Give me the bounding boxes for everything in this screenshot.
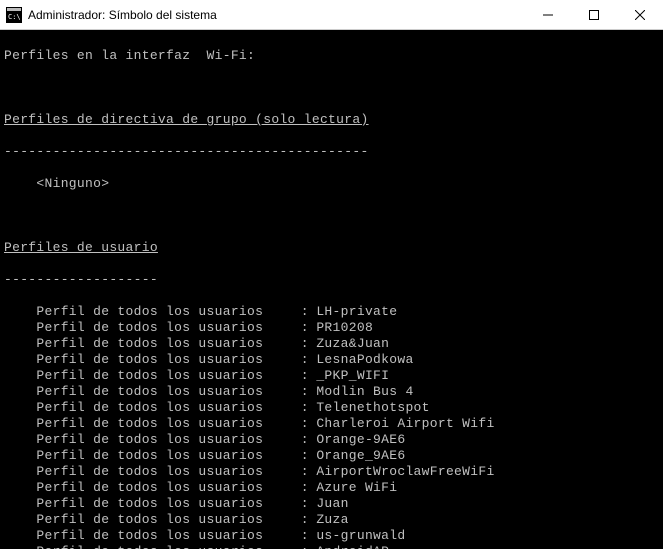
profile-row: Perfil de todos los usuarios : Zuza&Juan (4, 336, 659, 352)
profile-list: Perfil de todos los usuarios : LH-privat… (4, 304, 659, 549)
maximize-button[interactable] (571, 0, 617, 29)
close-button[interactable] (617, 0, 663, 29)
profile-name: Telenethotspot (308, 400, 430, 415)
profile-name: AndroidAP (308, 544, 389, 549)
profile-row: Perfil de todos los usuarios : Orange_9A… (4, 448, 659, 464)
profile-row: Perfil de todos los usuarios : Telenetho… (4, 400, 659, 416)
profile-name: Juan (308, 496, 349, 511)
svg-text:C:\: C:\ (8, 13, 21, 21)
profile-name: LesnaPodkowa (308, 352, 413, 367)
terminal-output[interactable]: Perfiles en la interfaz Wi-Fi: Perfiles … (0, 30, 663, 549)
profile-name: Orange_9AE6 (308, 448, 405, 463)
profile-name: us-grunwald (308, 528, 405, 543)
profile-name: PR10208 (308, 320, 373, 335)
profile-name: _PKP_WIFI (308, 368, 389, 383)
gpo-header: Perfiles de directiva de grupo (solo lec… (4, 112, 659, 128)
profile-name: Modlin Bus 4 (308, 384, 413, 399)
minimize-button[interactable] (525, 0, 571, 29)
window-titlebar: C:\ Administrador: Símbolo del sistema (0, 0, 663, 30)
window-title: Administrador: Símbolo del sistema (28, 8, 525, 22)
profile-row: Perfil de todos los usuarios : PR10208 (4, 320, 659, 336)
interface-header: Perfiles en la interfaz Wi-Fi: (4, 48, 659, 64)
profile-row: Perfil de todos los usuarios : LesnaPodk… (4, 352, 659, 368)
profile-row: Perfil de todos los usuarios : LH-privat… (4, 304, 659, 320)
profile-name: AirportWroclawFreeWiFi (308, 464, 494, 479)
cmd-icon: C:\ (6, 7, 22, 23)
profile-name: Orange-9AE6 (308, 432, 405, 447)
profile-name: Zuza (308, 512, 349, 527)
profile-row: Perfil de todos los usuarios : Zuza (4, 512, 659, 528)
window-controls (525, 0, 663, 29)
profile-row: Perfil de todos los usuarios : AirportWr… (4, 464, 659, 480)
profile-row: Perfil de todos los usuarios : Juan (4, 496, 659, 512)
user-profiles-header: Perfiles de usuario (4, 240, 659, 256)
profile-name: Azure WiFi (308, 480, 397, 495)
profile-row: Perfil de todos los usuarios : AndroidAP (4, 544, 659, 549)
profile-name: Zuza&Juan (308, 336, 389, 351)
profile-name: Charleroi Airport Wifi (308, 416, 494, 431)
profile-row: Perfil de todos los usuarios : Charleroi… (4, 416, 659, 432)
gpo-underline: ----------------------------------------… (4, 144, 659, 160)
user-profiles-underline: ------------------- (4, 272, 659, 288)
profile-row: Perfil de todos los usuarios : us-grunwa… (4, 528, 659, 544)
profile-name: LH-private (308, 304, 397, 319)
profile-row: Perfil de todos los usuarios : Modlin Bu… (4, 384, 659, 400)
profile-row: Perfil de todos los usuarios : Orange-9A… (4, 432, 659, 448)
gpo-none: <Ninguno> (4, 176, 659, 192)
profile-row: Perfil de todos los usuarios : Azure WiF… (4, 480, 659, 496)
profile-row: Perfil de todos los usuarios : _PKP_WIFI (4, 368, 659, 384)
